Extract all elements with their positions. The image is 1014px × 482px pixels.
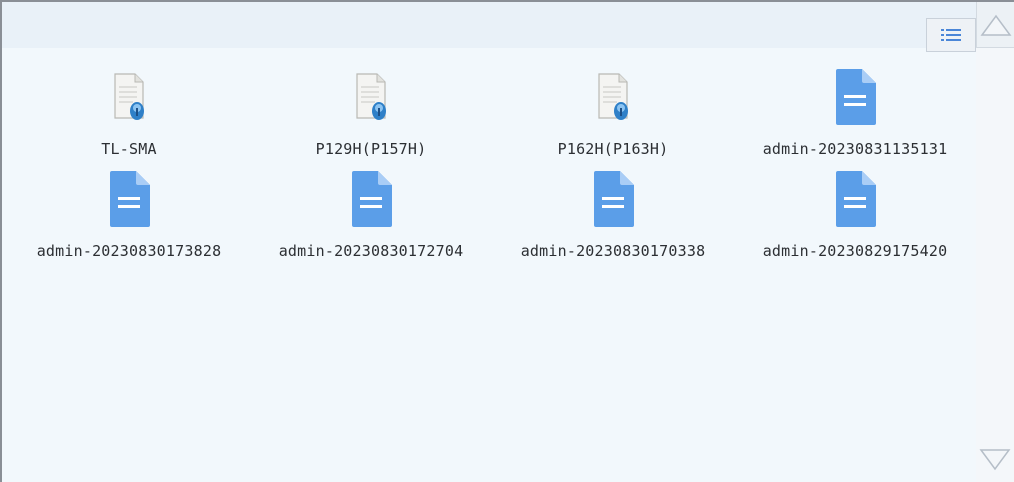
file-item[interactable]: admin-20230830170338: [498, 166, 728, 266]
text-document-icon: [583, 166, 643, 232]
list-view-icon: [941, 29, 961, 41]
file-item[interactable]: admin-20230831135131: [740, 64, 970, 164]
file-item[interactable]: admin-20230830172704: [256, 166, 486, 266]
file-item[interactable]: P129H(P157H): [256, 64, 486, 164]
disk-document-icon: [583, 64, 643, 130]
file-item[interactable]: admin-20230830173828: [14, 166, 244, 266]
scroll-down-button[interactable]: [976, 436, 1014, 482]
list-view-toggle-button[interactable]: [926, 18, 976, 52]
file-name: P129H(P157H): [315, 140, 427, 158]
file-item[interactable]: admin-20230829175420: [740, 166, 970, 266]
file-item[interactable]: P162H(P163H): [498, 64, 728, 164]
scroll-down-arrow-icon: [979, 449, 1011, 471]
file-name: TL-SMA: [101, 140, 157, 158]
vertical-scrollbar[interactable]: [976, 2, 1014, 482]
scroll-up-button[interactable]: [976, 2, 1014, 48]
text-document-icon: [825, 166, 885, 232]
scroll-up-arrow-icon: [980, 14, 1011, 36]
text-document-icon: [341, 166, 401, 232]
file-name: admin-20230830173828: [36, 242, 222, 260]
file-name: admin-20230830172704: [278, 242, 464, 260]
disk-document-icon: [99, 64, 159, 130]
file-name: admin-20230831135131: [762, 140, 948, 158]
file-name: admin-20230829175420: [762, 242, 948, 260]
text-document-icon: [99, 166, 159, 232]
file-name: admin-20230830170338: [520, 242, 706, 260]
disk-document-icon: [341, 64, 401, 130]
file-name: P162H(P163H): [557, 140, 669, 158]
file-browser-window: TL-SMA P129H(P157H) P162H(P163H) admin-2…: [0, 0, 1014, 482]
text-document-icon: [825, 64, 885, 130]
toolbar: [2, 2, 976, 52]
file-item[interactable]: TL-SMA: [14, 64, 244, 164]
